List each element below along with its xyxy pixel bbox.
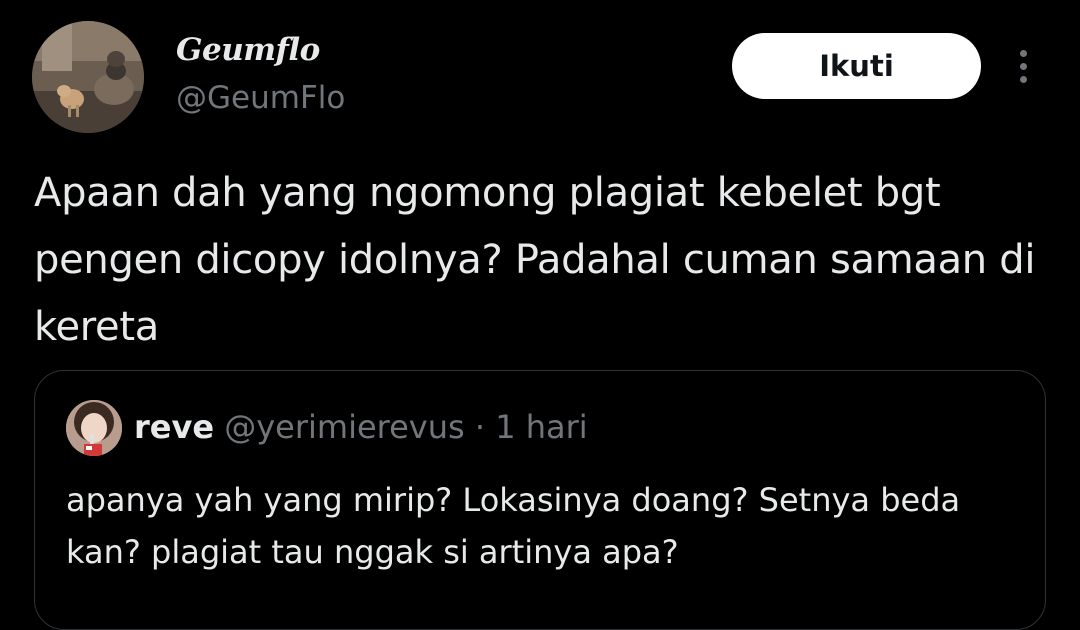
quoted-author-avatar[interactable] — [66, 400, 122, 456]
quoted-author-handle[interactable]: @yerimierevus — [224, 408, 464, 446]
quoted-tweet-header: reve @yerimierevus · 1 hari — [134, 406, 588, 448]
tweet-text: Apaan dah yang ngomong plagiat kebelet b… — [34, 170, 1036, 350]
quoted-tweet-text: apanya yah yang mirip? Lokasinya doang? … — [66, 481, 961, 571]
author-display-name[interactable]: Geumflo — [176, 30, 320, 70]
more-dot — [1020, 63, 1027, 70]
header-separator: · — [474, 408, 486, 446]
author-avatar[interactable] — [32, 21, 144, 133]
quoted-tweet-timestamp[interactable]: 1 hari — [495, 408, 587, 446]
more-dot — [1020, 76, 1027, 83]
author-handle[interactable]: @GeumFlo — [176, 78, 345, 118]
profile-photo-girl-icon — [66, 400, 122, 456]
more-dot — [1020, 50, 1027, 57]
quoted-author-display-name[interactable]: reve — [134, 408, 214, 446]
follow-button[interactable]: Ikuti — [732, 33, 981, 99]
more-vertical-icon[interactable] — [1006, 46, 1042, 86]
profile-photo-cats-icon — [32, 21, 144, 133]
